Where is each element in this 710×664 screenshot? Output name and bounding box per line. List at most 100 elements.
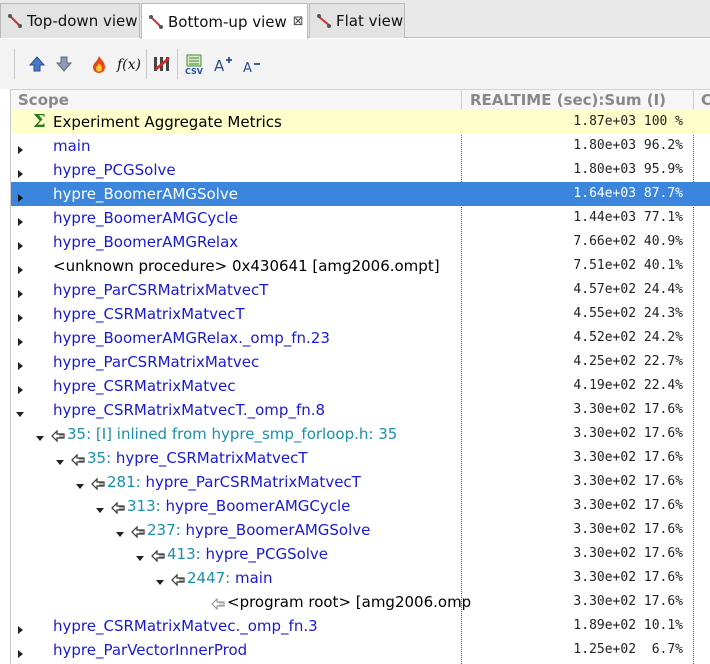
up-arrow-button[interactable] [26,53,48,75]
collapsed-arrow-icon[interactable] [15,645,25,658]
callsite-icon[interactable] [211,596,225,611]
table-row[interactable]: 35: hypre_CSRMatrixMatvecT 3.30e+02 17.6% [11,446,710,470]
scope-label: 313: hypre_BoomerAMGCycle [127,497,351,515]
column-header-next[interactable]: C [701,91,710,109]
scope-label: hypre_BoomerAMGSolve [53,185,238,203]
expanded-arrow-icon[interactable] [135,549,145,561]
expanded-arrow-icon[interactable] [115,525,125,537]
collapsed-arrow-icon[interactable] [15,357,25,370]
realtime-value: 1.80e+03 95.9% [573,162,683,177]
tab-flat-view[interactable]: Flat view [309,3,405,38]
column-select-button[interactable] [151,53,173,75]
column-header-realtime[interactable]: REALTIME (sec):Sum (I) [470,91,666,109]
close-tab-icon[interactable]: ⊠ [293,14,304,29]
scope-label: 35: [I] inlined from hypre_smp_forloop.h… [67,425,398,443]
scope-label: hypre_ParCSRMatrixMatvecT [53,281,269,299]
table-row[interactable]: Σ Experiment Aggregate Metrics 1.87e+03 10… [11,110,710,134]
callsite-icon[interactable] [111,500,125,515]
table-row[interactable]: hypre_CSRMatrixMatvecT._omp_fn.8 3.30e+02… [11,398,710,422]
table-row[interactable]: hypre_BoomerAMGCycle 1.44e+03 77.1% [11,206,710,230]
table-row[interactable]: 413: hypre_PCGSolve 3.30e+02 17.6% [11,542,710,566]
scope-label: hypre_CSRMatrixMatvecT [53,305,245,323]
bottom-up-tree-icon [148,14,164,30]
expanded-arrow-icon[interactable] [75,477,85,489]
column-divider[interactable] [693,90,694,112]
callsite-icon[interactable] [171,572,185,587]
column-select-icon [154,57,170,71]
callsite-icon[interactable] [151,548,165,563]
table-row[interactable]: hypre_CSRMatrixMatvec 4.19e+02 22.4% [11,374,710,398]
table-row[interactable]: 35: [I] inlined from hypre_smp_forloop.h… [11,422,710,446]
column-header-scope[interactable]: Scope [18,91,69,109]
realtime-value: 1.64e+03 87.7% [573,186,683,201]
table-row[interactable]: 313: hypre_BoomerAMGCycle 3.30e+02 17.6% [11,494,710,518]
svg-text:CSV: CSV [185,67,204,75]
tab-label: Bottom-up view [168,12,287,31]
font-decrease-button[interactable]: A [241,53,263,75]
collapsed-arrow-icon[interactable] [15,333,25,346]
table-row[interactable]: hypre_ParVectorInnerProd 1.25e+02 6.7% [11,638,710,662]
table-row[interactable]: hypre_PCGSolve 1.80e+03 95.9% [11,158,710,182]
collapsed-arrow-icon[interactable] [15,381,25,394]
collapsed-arrow-icon[interactable] [15,141,25,154]
realtime-value: 4.57e+02 24.4% [573,282,683,297]
realtime-value: 1.89e+02 10.1% [573,618,683,633]
callsite-icon[interactable] [51,428,65,443]
callsite-icon[interactable] [71,452,85,467]
scope-label: hypre_CSRMatrixMatvec [53,377,236,395]
table-row[interactable]: 281: hypre_ParCSRMatrixMatvecT 3.30e+02 1… [11,470,710,494]
tab-bottom-up-view[interactable]: Bottom-up view ⊠ [141,3,308,39]
collapsed-arrow-icon[interactable] [15,285,25,298]
collapsed-arrow-icon[interactable] [15,309,25,322]
hot-path-button[interactable] [88,53,110,75]
scope-label: 281: hypre_ParCSRMatrixMatvecT [107,473,361,491]
table-row[interactable]: hypre_CSRMatrixMatvec._omp_fn.3 1.89e+02 … [11,614,710,638]
svg-text:A: A [243,61,252,74]
tab-top-down-view[interactable]: Top-down view [0,3,140,38]
scope-label: hypre_ParVectorInnerProd [53,641,248,659]
toolbar-separator [146,49,147,79]
table-row[interactable]: 2447: main 3.30e+02 17.6% [11,566,710,590]
callsite-icon[interactable] [91,476,105,491]
table-row[interactable]: hypre_ParCSRMatrixMatvec 4.25e+02 22.7% [11,350,710,374]
collapsed-arrow-icon[interactable] [15,237,25,250]
table-row[interactable]: 237: hypre_BoomerAMGSolve 3.30e+02 17.6% [11,518,710,542]
column-divider[interactable] [461,90,462,112]
table-row[interactable]: hypre_BoomerAMGRelax._omp_fn.23 4.52e+02 … [11,326,710,350]
table-row[interactable]: hypre_ParCSRMatrixMatvecT 4.57e+02 24.4% [11,278,710,302]
tab-label: Top-down view [27,12,138,30]
collapsed-arrow-icon[interactable] [15,213,25,226]
scope-label: hypre_BoomerAMGRelax._omp_fn.23 [53,329,330,347]
expanded-arrow-icon[interactable] [15,405,25,417]
scope-label: <program root> [amg2006.omp [227,593,472,611]
collapsed-arrow-icon[interactable] [15,261,25,274]
export-csv-button[interactable]: CSV [184,53,206,75]
callsite-icon[interactable] [131,524,145,539]
realtime-value: 3.30e+02 17.6% [573,474,683,489]
collapsed-arrow-icon[interactable] [15,189,25,202]
expanded-arrow-icon[interactable] [155,573,165,585]
scope-label: main [53,137,91,155]
scope-label: hypre_BoomerAMGRelax [53,233,239,251]
scope-label: 35: hypre_CSRMatrixMatvecT [87,449,308,467]
realtime-value: 3.30e+02 17.6% [573,594,683,609]
table-row[interactable]: main 1.80e+03 96.2% [11,134,710,158]
table-row[interactable]: hypre_BoomerAMGRelax 7.66e+02 40.9% [11,230,710,254]
expanded-arrow-icon[interactable] [95,501,105,513]
expanded-arrow-icon[interactable] [55,453,65,465]
table-row[interactable]: hypre_CSRMatrixMatvecT 4.55e+02 24.3% [11,302,710,326]
font-increase-button[interactable]: A [212,53,234,75]
realtime-value: 1.25e+02 6.7% [573,642,683,657]
expanded-arrow-icon[interactable] [35,429,45,441]
table-row[interactable]: <unknown procedure> 0x430641 [amg2006.om… [11,254,710,278]
sigma-aggregate-icon: Σ [33,111,46,132]
derived-metric-button[interactable]: f(x) [116,53,140,75]
view-tab-bar: Top-down view Bottom-up view ⊠ Flat view [0,0,710,39]
toolbar-separator [14,49,15,79]
font-increase-icon: A [214,57,232,74]
table-row-selected[interactable]: hypre_BoomerAMGSolve 1.64e+03 87.7% [11,182,710,206]
collapsed-arrow-icon[interactable] [15,165,25,178]
collapsed-arrow-icon[interactable] [15,621,25,634]
down-arrow-button[interactable] [53,53,75,75]
table-row[interactable]: <program root> [amg2006.omp 3.30e+02 17.6… [11,590,710,614]
